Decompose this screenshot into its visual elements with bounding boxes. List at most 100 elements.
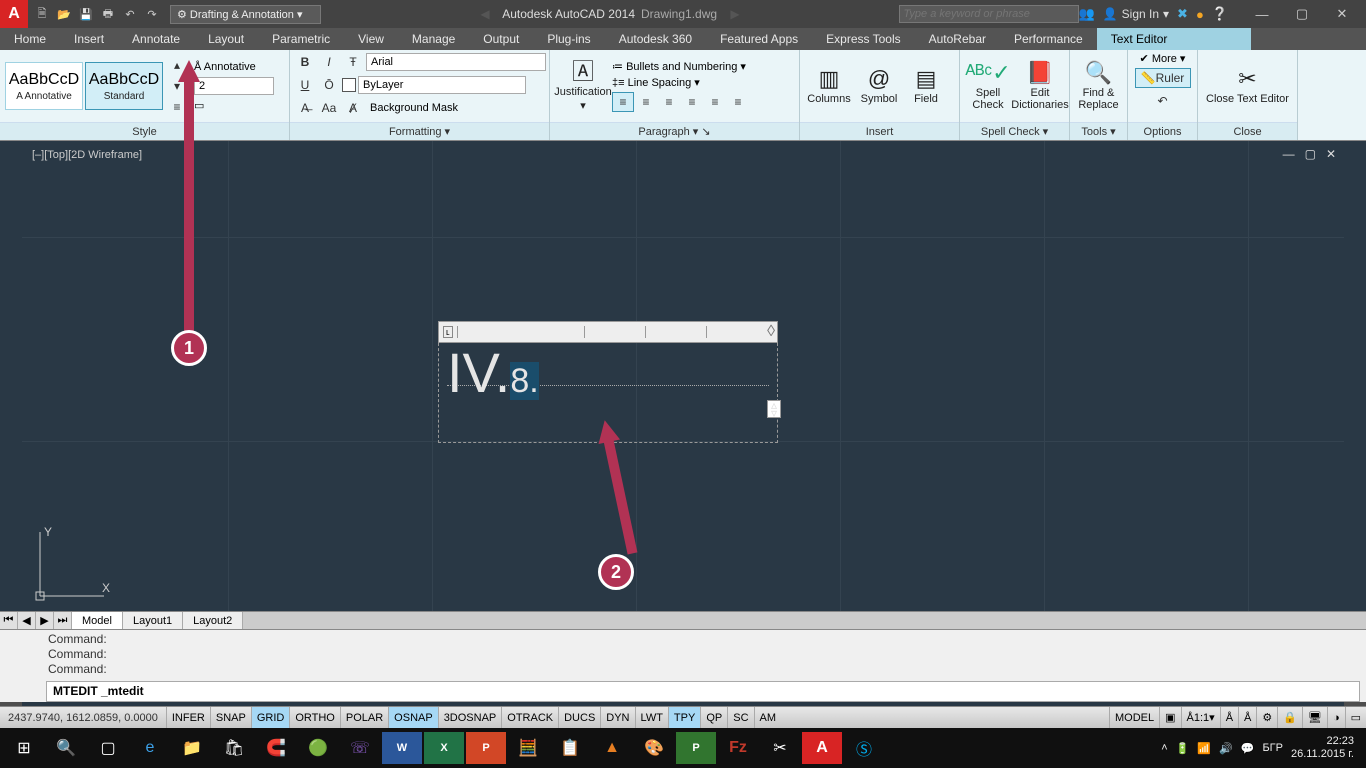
redo-icon[interactable]: ↷	[142, 4, 162, 24]
tab-prev-icon[interactable]: ◀	[18, 612, 36, 629]
word-icon[interactable]: W	[382, 732, 422, 764]
drawing-canvas[interactable]: [–][Top][2D Wireframe] — ▢ ✕ ʟ ◊ IV.8. ▵…	[0, 141, 1366, 620]
isolate-icon[interactable]: ◑	[1327, 707, 1345, 728]
open-icon[interactable]: 📂	[54, 4, 74, 24]
print-icon[interactable]: 🖶	[98, 4, 118, 24]
annotative-toggle[interactable]: Å Annotative	[194, 61, 274, 73]
exchange-icon[interactable]: ✖	[1177, 6, 1188, 22]
filezilla-icon[interactable]: Fz	[718, 732, 758, 764]
bgmask-button[interactable]: Background Mask	[370, 102, 458, 114]
annolock-icon[interactable]: Å	[1238, 707, 1256, 728]
justification-button[interactable]: 🄰Justification▾	[554, 60, 612, 112]
status-am[interactable]: AM	[754, 707, 782, 728]
status-icon[interactable]: ▣	[1159, 707, 1180, 728]
align-dist-button[interactable]: ≡	[704, 92, 726, 112]
wifi-icon[interactable]: 📶	[1197, 742, 1211, 755]
vp-maximize-icon[interactable]: ▢	[1305, 147, 1316, 161]
tab-insert[interactable]: Insert	[60, 28, 118, 50]
taskview-icon[interactable]: ▢	[88, 732, 128, 764]
tray-clock[interactable]: 22:2326.11.2015 г.	[1291, 735, 1354, 761]
search-icon[interactable]: 🔍	[46, 732, 86, 764]
panel-title-spell[interactable]: Spell Check ▾	[960, 122, 1069, 140]
project-icon[interactable]: P	[676, 732, 716, 764]
tab-layout1[interactable]: Layout1	[123, 612, 183, 629]
save-icon[interactable]: 💾	[76, 4, 96, 24]
tab-plugins[interactable]: Plug-ins	[533, 28, 604, 50]
notes-icon[interactable]: 📋	[550, 732, 590, 764]
tab-layout[interactable]: Layout	[194, 28, 258, 50]
tab-parametric[interactable]: Parametric	[258, 28, 344, 50]
clean-icon[interactable]: ▭	[1345, 707, 1366, 728]
align-center-button[interactable]: ≡	[635, 92, 657, 112]
overline-button[interactable]: Ō	[318, 75, 340, 95]
ws-icon[interactable]: ⚙	[1256, 707, 1277, 728]
status-infer[interactable]: INFER	[166, 707, 210, 728]
bullets-button[interactable]: ≔ Bullets and Numbering ▾	[612, 60, 749, 73]
tab-text-editor[interactable]: Text Editor	[1097, 28, 1182, 50]
calc-icon[interactable]: 🧮	[508, 732, 548, 764]
tab-blank[interactable]	[1181, 28, 1251, 50]
mtext-ruler[interactable]: ʟ ◊	[438, 321, 778, 343]
vp-close-icon[interactable]: ✕	[1326, 147, 1336, 161]
status-otrack[interactable]: OTRACK	[501, 707, 558, 728]
excel-icon[interactable]: X	[424, 732, 464, 764]
strikethrough-button[interactable]: A̶	[294, 98, 316, 118]
model-paper-toggle[interactable]: MODEL	[1109, 707, 1159, 728]
minimize-button[interactable]: —	[1242, 1, 1282, 27]
tab-home[interactable]: Home	[0, 28, 60, 50]
undo-button[interactable]: ↶	[1152, 91, 1174, 111]
align-dist2-button[interactable]: ≡	[727, 92, 749, 112]
status-sc[interactable]: SC	[727, 707, 753, 728]
case-button[interactable]: Aa	[318, 98, 340, 118]
maximize-button[interactable]: ▢	[1282, 1, 1322, 27]
undo-icon[interactable]: ↶	[120, 4, 140, 24]
line-spacing-button[interactable]: ‡≡ Line Spacing ▾	[612, 76, 749, 89]
battery-icon[interactable]: 🔋	[1176, 742, 1190, 755]
autocad-icon[interactable]: A	[802, 732, 842, 764]
start-button[interactable]: ⊞	[4, 732, 44, 764]
search-input[interactable]	[899, 5, 1079, 23]
chrome-icon[interactable]: 🟢	[298, 732, 338, 764]
powerpoint-icon[interactable]: P	[466, 732, 506, 764]
color-dropdown[interactable]	[358, 76, 526, 94]
symbol-button[interactable]: @Symbol	[854, 67, 904, 105]
bold-button[interactable]: B	[294, 52, 316, 72]
tab-last-icon[interactable]: ⏭	[54, 612, 72, 629]
tab-model[interactable]: Model	[72, 612, 123, 629]
tray-up-icon[interactable]: ˄	[1161, 742, 1167, 754]
skype-icon[interactable]: Ⓢ	[844, 732, 884, 764]
help-icon[interactable]: ❔	[1212, 6, 1228, 22]
status-lwt[interactable]: LWT	[635, 707, 668, 728]
style-annotative[interactable]: AaBbCcDA Annotative	[5, 62, 83, 110]
coordinates[interactable]: 2437.9740, 1612.0859, 0.0000	[0, 712, 166, 724]
explorer-icon[interactable]: 📁	[172, 732, 212, 764]
tab-first-icon[interactable]: ⏮	[0, 612, 18, 629]
text-height-input[interactable]	[194, 77, 274, 95]
status-grid[interactable]: GRID	[251, 707, 290, 728]
align-left-button[interactable]: ≡	[612, 92, 634, 112]
a360-icon[interactable]: ●	[1196, 7, 1204, 22]
command-input[interactable]: MTEDIT _mtedit	[46, 681, 1360, 702]
vp-minimize-icon[interactable]: —	[1283, 147, 1295, 161]
lang-indicator[interactable]: БГР	[1262, 742, 1283, 754]
mask-button[interactable]: ▭	[194, 99, 274, 112]
more-button[interactable]: ✔ More ▾	[1140, 52, 1186, 65]
style-standard[interactable]: AaBbCcDStandard	[85, 62, 163, 110]
volume-icon[interactable]: 🔊	[1219, 742, 1233, 755]
tab-annotate[interactable]: Annotate	[118, 28, 194, 50]
lock-icon[interactable]: 🔒	[1277, 707, 1302, 728]
status-ortho[interactable]: ORTHO	[289, 707, 340, 728]
underline-button[interactable]: U	[294, 75, 316, 95]
tab-next-icon[interactable]: ▶	[36, 612, 54, 629]
italic-button[interactable]: I	[318, 52, 340, 72]
hw-icon[interactable]: 🖥	[1302, 707, 1327, 728]
status-osnap[interactable]: OSNAP	[388, 707, 438, 728]
font-dropdown[interactable]	[366, 53, 546, 71]
annovis-icon[interactable]: Å	[1220, 707, 1238, 728]
dictionaries-button[interactable]: 📕Edit Dictionaries	[1012, 61, 1068, 111]
tab-manage[interactable]: Manage	[398, 28, 469, 50]
tab-express[interactable]: Express Tools	[812, 28, 914, 50]
spellcheck-button[interactable]: ᴬᴮᶜ✓Spell Check	[964, 61, 1012, 111]
tab-view[interactable]: View	[344, 28, 398, 50]
status-tpy[interactable]: TPY	[668, 707, 700, 728]
